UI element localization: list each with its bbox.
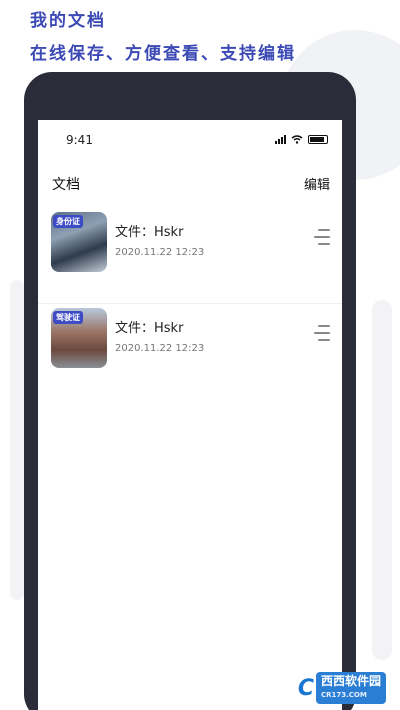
status-time: 9:41 — [66, 133, 93, 147]
status-bar: 9:41 — [38, 120, 342, 160]
promo-subheadline: 在线保存、方便查看、支持编辑 — [30, 44, 296, 64]
wifi-icon — [291, 134, 303, 144]
signal-icon — [275, 134, 286, 144]
watermark-domain: CR173.COM — [320, 691, 367, 699]
promo-page: 我的文档 在线保存、方便查看、支持编辑 9:41 文档 编辑 身份证 文件：Hs… — [0, 0, 400, 710]
list-item[interactable]: 驾驶证 文件：Hskr 2020.11.22 12:23 — [38, 303, 342, 398]
page-title: 文档 — [52, 177, 80, 193]
promo-headline: 我的文档 — [30, 11, 106, 31]
watermark-text: 西西软件园 CR173.COM — [315, 672, 386, 704]
watermark-brand: 西西软件园 — [320, 674, 381, 688]
document-tag: 身份证 — [53, 215, 83, 228]
document-name: 文件：Hskr — [115, 225, 184, 240]
document-date: 2020.11.22 12:23 — [115, 247, 205, 258]
nav-bar: 文档 编辑 — [38, 172, 342, 196]
edit-button[interactable]: 编辑 — [304, 174, 330, 193]
status-icons — [275, 134, 328, 144]
battery-icon — [308, 134, 328, 144]
document-name: 文件：Hskr — [115, 321, 184, 336]
promo-headline-block: 我的文档 在线保存、方便查看、支持编辑 — [30, 8, 296, 68]
list-item[interactable]: 身份证 文件：Hskr 2020.11.22 12:23 — [38, 208, 342, 303]
document-date: 2020.11.22 12:23 — [115, 343, 205, 354]
background-bar — [10, 280, 24, 600]
drag-handle-icon[interactable] — [314, 322, 330, 344]
document-list: 身份证 文件：Hskr 2020.11.22 12:23 驾驶证 文件：Hskr… — [38, 208, 342, 398]
watermark-logo-icon: C — [297, 675, 314, 701]
background-bar — [372, 300, 392, 660]
document-tag: 驾驶证 — [53, 311, 83, 324]
drag-handle-icon[interactable] — [314, 226, 330, 248]
site-watermark: C 西西软件园 CR173.COM — [298, 672, 386, 704]
document-thumbnail[interactable]: 身份证 — [51, 212, 107, 272]
phone-screen: 9:41 文档 编辑 身份证 文件：Hskr 2020.11.22 12:23 … — [38, 120, 342, 710]
document-thumbnail[interactable]: 驾驶证 — [51, 308, 107, 368]
